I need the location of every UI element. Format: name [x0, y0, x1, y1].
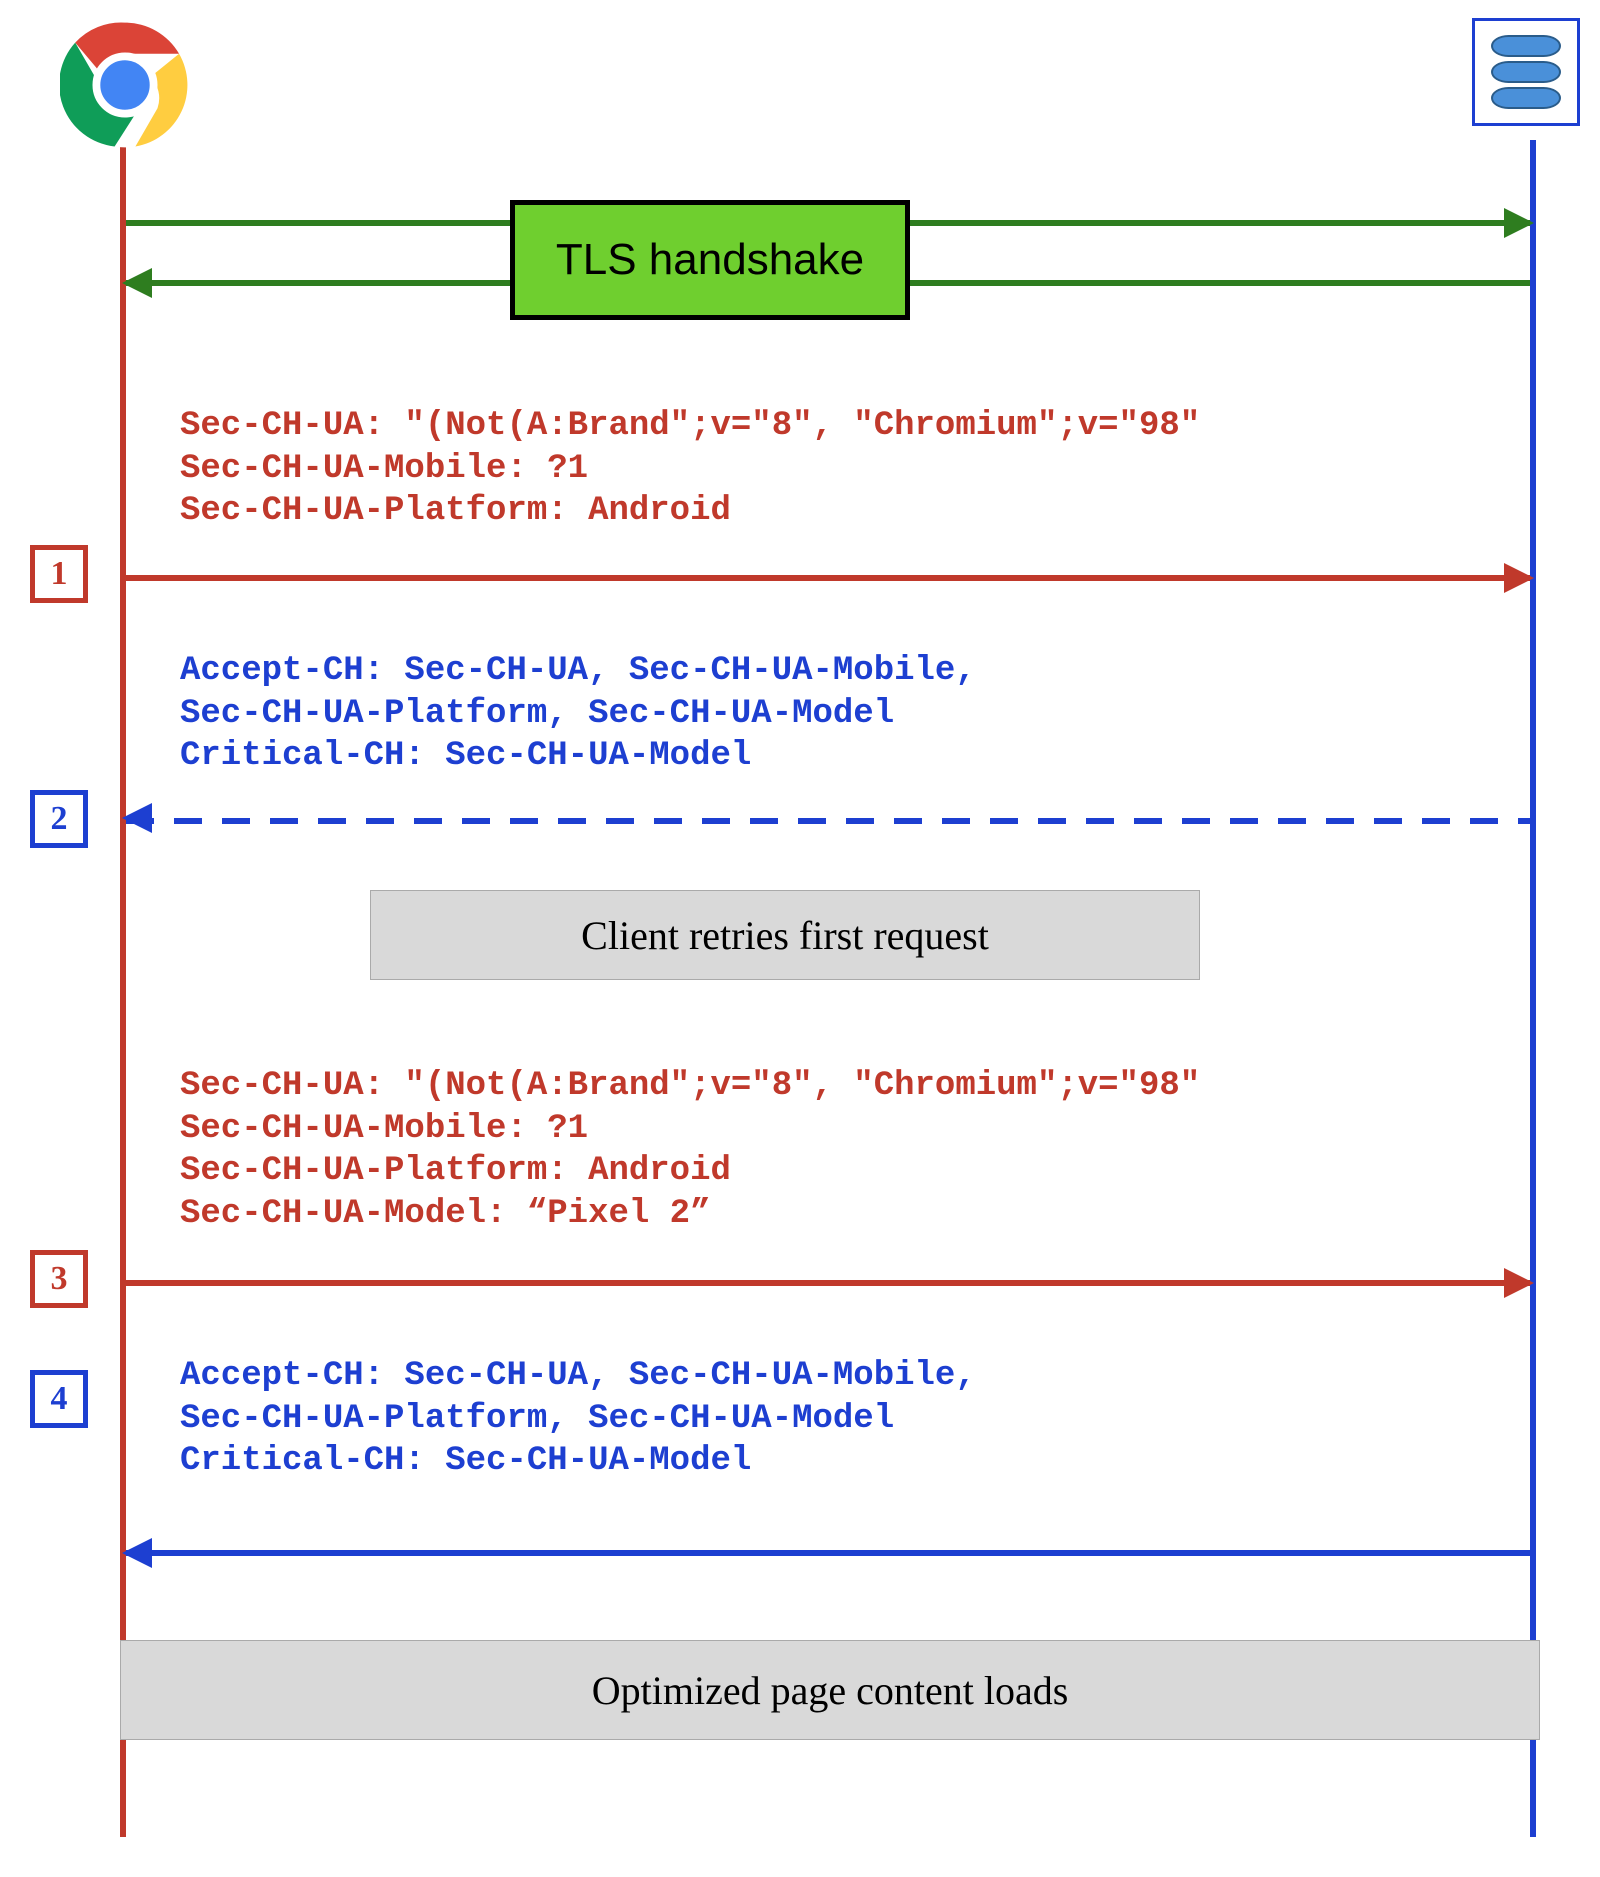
request-3-arrow — [126, 1280, 1530, 1286]
sequence-diagram: TLS handshake Sec-CH-UA: "(Not(A:Brand";… — [0, 0, 1600, 1877]
server-disk-icon — [1491, 35, 1561, 57]
step-number: 2 — [51, 800, 68, 838]
server-icon — [1472, 18, 1580, 126]
retry-note-text: Client retries first request — [581, 912, 989, 959]
server-disk-icon — [1491, 87, 1561, 109]
response-2-arrow — [126, 818, 1530, 824]
tls-handshake-box: TLS handshake — [510, 200, 910, 320]
server-lifeline — [1530, 140, 1536, 1837]
step-number: 1 — [51, 555, 68, 593]
step-badge-3: 3 — [30, 1250, 88, 1308]
final-note-text: Optimized page content loads — [592, 1667, 1069, 1714]
final-note-box: Optimized page content loads — [120, 1640, 1540, 1740]
step-badge-1: 1 — [30, 545, 88, 603]
step-number: 4 — [51, 1380, 68, 1418]
chrome-icon — [60, 20, 190, 150]
step-badge-4: 4 — [30, 1370, 88, 1428]
step-number: 3 — [51, 1260, 68, 1298]
request-1-headers: Sec-CH-UA: "(Not(A:Brand";v="8", "Chromi… — [180, 405, 1200, 533]
server-disk-icon — [1491, 61, 1561, 83]
request-1-arrow — [126, 575, 1530, 581]
response-4-arrow — [126, 1550, 1530, 1556]
request-3-headers: Sec-CH-UA: "(Not(A:Brand";v="8", "Chromi… — [180, 1065, 1200, 1235]
response-4-headers: Accept-CH: Sec-CH-UA, Sec-CH-UA-Mobile, … — [180, 1355, 976, 1483]
response-2-headers: Accept-CH: Sec-CH-UA, Sec-CH-UA-Mobile, … — [180, 650, 976, 778]
step-badge-2: 2 — [30, 790, 88, 848]
retry-note-box: Client retries first request — [370, 890, 1200, 980]
tls-label: TLS handshake — [556, 235, 864, 285]
client-lifeline — [120, 140, 126, 1837]
